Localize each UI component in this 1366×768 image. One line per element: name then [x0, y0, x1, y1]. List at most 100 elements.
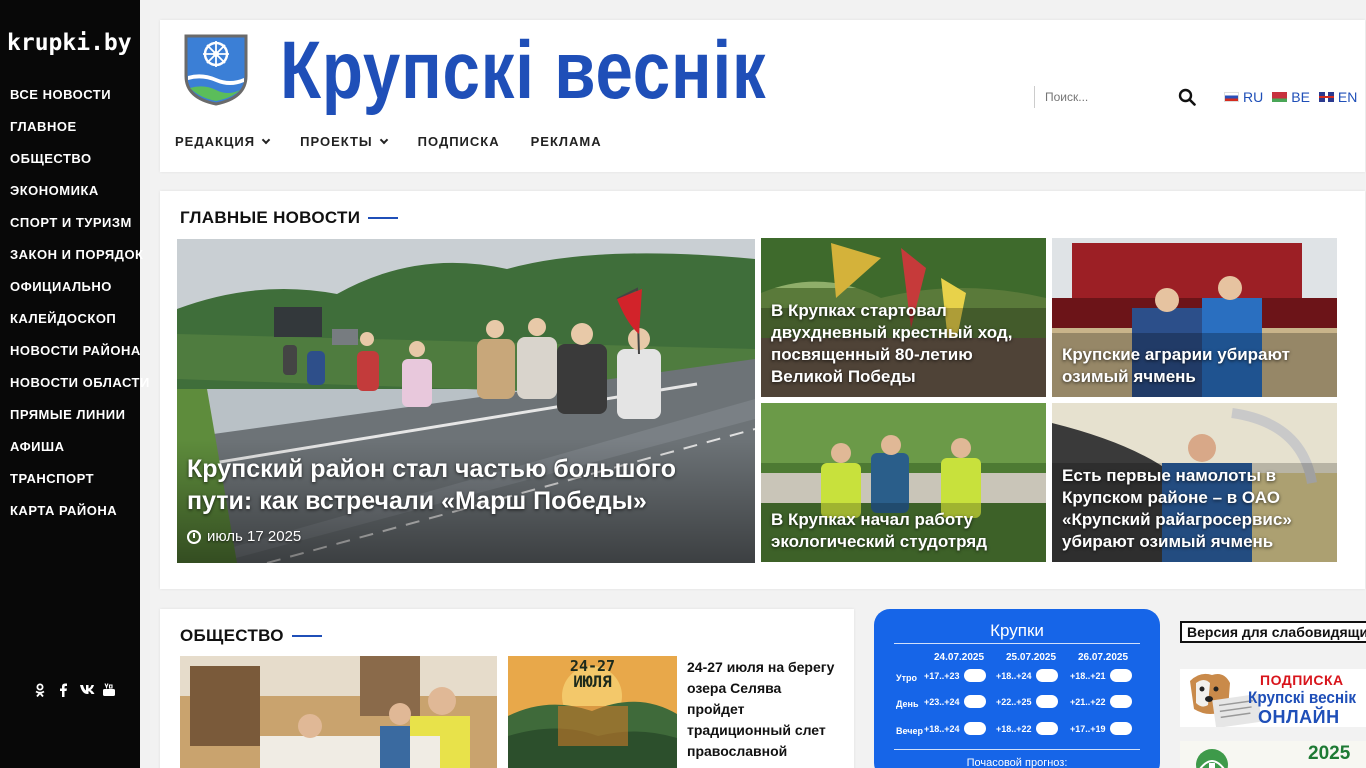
uk-flag-icon — [1318, 92, 1334, 102]
youtube-icon[interactable] — [102, 683, 116, 697]
society-heading: ОБЩЕСТВО — [180, 626, 322, 646]
site-logo[interactable]: krupki.by — [7, 30, 132, 56]
featured-news-tile[interactable]: Крупский район стал частью большого пути… — [177, 239, 755, 563]
weather-city: Крупки — [990, 621, 1044, 640]
subscription-banner-paper: Крупскі веснік — [1248, 688, 1357, 707]
sidebar-item-map[interactable]: КАРТА РАЙОНА — [10, 503, 150, 535]
weather-divider — [894, 643, 1140, 644]
year-banner-text: 2025 — [1308, 743, 1351, 764]
weather-cell: +18..+24 — [924, 722, 986, 735]
site-header: Крупскі веснік RU BE EN РЕДАКЦИЯ ПРОЕКТЫ — [160, 20, 1365, 172]
heading-underline — [291, 635, 322, 637]
featured-news-title[interactable]: Крупский район стал частью большого пути… — [187, 453, 747, 517]
weather-cell: +23..+24 — [924, 695, 986, 708]
main-news-heading: ГЛАВНЫЕ НОВОСТИ — [180, 208, 399, 228]
facebook-icon[interactable] — [56, 683, 70, 697]
sidebar-item-afisha[interactable]: АФИША — [10, 439, 150, 471]
event-poster[interactable]: 24-27 ИЮЛЯ — [508, 656, 677, 768]
poster-month: ИЮЛЯ — [573, 672, 612, 691]
weather-row-label: Вечер — [896, 726, 924, 736]
weather-temp: +18..+22 — [996, 723, 1032, 734]
weather-temp: +18..+24 — [996, 670, 1032, 681]
news-tile-title[interactable]: В Крупках стартовал двухдневный крестный… — [771, 300, 1041, 388]
vk-icon[interactable] — [79, 683, 95, 697]
sidebar-item-main[interactable]: ГЛАВНОЕ — [10, 119, 150, 151]
partly-cloudy-icon — [1109, 664, 1132, 682]
belarus-flag-icon — [1272, 92, 1288, 102]
weather-temp: +18..+21 — [1070, 670, 1106, 681]
lang-be[interactable]: BE — [1272, 89, 1310, 105]
search-input[interactable] — [1035, 86, 1165, 108]
sidebar-item-economy[interactable]: ЭКОНОМИКА — [10, 183, 150, 215]
weather-temp: +21..+22 — [1070, 696, 1106, 707]
top-nav: РЕДАКЦИЯ ПРОЕКТЫ ПОДПИСКА РЕКЛАМА — [175, 134, 633, 149]
featured-news-date: июль 17 2025 — [187, 528, 301, 545]
accessibility-button[interactable]: Версия для слабовидящих — [1180, 621, 1366, 643]
news-tile[interactable]: Крупские аграрии убирают озимый ячмень — [1052, 238, 1337, 397]
weather-temp: +18..+24 — [924, 723, 960, 734]
lang-en[interactable]: EN — [1318, 89, 1357, 105]
partly-cloudy-icon — [1109, 717, 1132, 735]
news-tile[interactable]: В Крупках стартовал двухдневный крестный… — [761, 238, 1046, 397]
nav-item-advertising[interactable]: РЕКЛАМА — [531, 134, 602, 149]
cloud-icon — [963, 722, 986, 735]
society-article-image[interactable] — [180, 656, 497, 768]
chevron-down-icon — [261, 135, 271, 144]
lang-ru[interactable]: RU — [1224, 89, 1263, 105]
weather-temp: +17..+23 — [924, 670, 960, 681]
weather-temp: +23..+24 — [924, 696, 960, 707]
cloud-icon — [963, 695, 986, 708]
coat-of-arms-logo[interactable] — [182, 32, 250, 106]
news-tile[interactable]: В Крупках начал работу экологический сту… — [761, 403, 1046, 562]
weather-row-label: День — [896, 699, 919, 709]
nav-item-label: РЕДАКЦИЯ — [175, 134, 256, 149]
weather-cell: +21..+22 — [1070, 690, 1132, 708]
weather-date: 26.07.2025 — [1078, 652, 1129, 663]
sidebar-item-district-news[interactable]: НОВОСТИ РАЙОНА — [10, 343, 150, 375]
weather-cell: +18..+22 — [996, 722, 1058, 735]
sidebar-item-official[interactable]: ОФИЦИАЛЬНО — [10, 279, 150, 311]
nav-item-label: РЕКЛАМА — [530, 134, 602, 149]
news-tile-title[interactable]: Есть первые намолоты в Крупском районе –… — [1062, 465, 1332, 553]
weather-hourly-link[interactable]: Почасовой прогноз: — [874, 757, 1160, 768]
odnoklassniki-icon[interactable] — [33, 683, 47, 698]
weather-widget[interactable]: Крупки 24.07.2025 25.07.2025 26.07.2025 … — [874, 609, 1160, 768]
russia-flag-icon — [1224, 92, 1239, 102]
society-article-title[interactable]: 24-27 июля на берегу озера Селява пройде… — [687, 657, 837, 762]
nav-item-editorial[interactable]: РЕДАКЦИЯ — [175, 134, 271, 149]
news-tile-title[interactable]: В Крупках начал работу экологический сту… — [771, 509, 1041, 553]
news-tile-title[interactable]: Крупские аграрии убирают озимый ячмень — [1062, 344, 1332, 388]
nav-item-subscription[interactable]: ПОДПИСКА — [418, 134, 500, 149]
year-banner[interactable]: 2025 — [1180, 741, 1366, 768]
weather-temp: +17..+19 — [1070, 723, 1106, 734]
sidebar-item-region-news[interactable]: НОВОСТИ ОБЛАСТИ — [10, 375, 150, 407]
nav-item-projects[interactable]: ПРОЕКТЫ — [300, 134, 388, 149]
subscription-banner[interactable]: ПОДПИСКА Крупскі веснік ОНЛАЙН — [1180, 669, 1366, 727]
weather-cell: +17..+19 — [1070, 717, 1132, 735]
nav-item-label: ПОДПИСКА — [417, 134, 500, 149]
site-title[interactable]: Крупскі веснік — [280, 26, 766, 116]
weather-divider — [894, 749, 1140, 750]
sidebar-item-all-news[interactable]: ВСЕ НОВОСТИ — [10, 87, 150, 119]
sidebar-item-transport[interactable]: ТРАНСПОРТ — [10, 471, 150, 503]
lang-ru-label: RU — [1243, 89, 1264, 105]
featured-news-date-text: июль 17 2025 — [207, 528, 302, 545]
weather-cell: +18..+24 — [996, 669, 1058, 682]
rain-cloud-icon — [1035, 722, 1058, 735]
sidebar-nav: ВСЕ НОВОСТИ ГЛАВНОЕ ОБЩЕСТВО ЭКОНОМИКА С… — [10, 87, 150, 535]
sidebar-item-direct-lines[interactable]: ПРЯМЫЕ ЛИНИИ — [10, 407, 150, 439]
search-icon[interactable] — [1178, 88, 1196, 106]
weather-cell: +22..+25 — [996, 695, 1058, 708]
rain-cloud-icon — [1035, 669, 1058, 682]
sidebar-item-law[interactable]: ЗАКОН И ПОРЯДОК — [10, 247, 150, 279]
social-links — [33, 683, 116, 698]
news-tile[interactable]: Есть первые намолоты в Крупском районе –… — [1052, 403, 1337, 562]
society-section: ОБЩЕСТВО 24-27 ИЮЛЯ 24-27 июля на берегу… — [160, 609, 854, 768]
sidebar-item-sport[interactable]: СПОРТ И ТУРИЗМ — [10, 215, 150, 247]
sidebar-item-kaleidoscope[interactable]: КАЛЕЙДОСКОП — [10, 311, 150, 343]
sidebar-item-society[interactable]: ОБЩЕСТВО — [10, 151, 150, 183]
society-heading-text: ОБЩЕСТВО — [180, 626, 284, 645]
year-emblem-icon — [1196, 749, 1228, 768]
rain-cloud-icon — [1035, 695, 1058, 708]
subscription-banner-title: ПОДПИСКА — [1260, 672, 1344, 688]
